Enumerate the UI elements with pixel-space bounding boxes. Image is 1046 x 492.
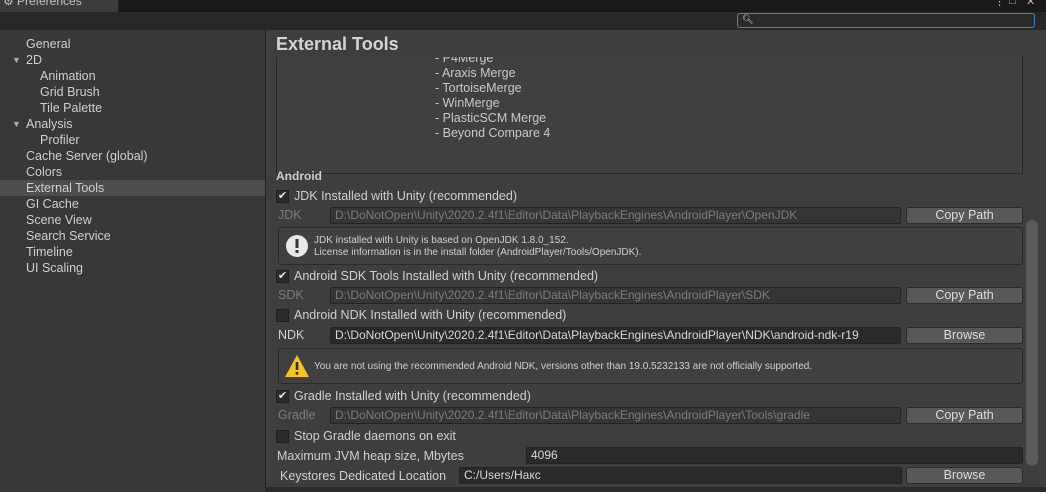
stop-gradle-checkbox[interactable] — [276, 430, 289, 443]
sidebar-item-analysis[interactable]: Analysis — [26, 116, 73, 132]
jdk-info-line2: License information is in the install fo… — [314, 247, 642, 258]
ndk-checkbox-label: Android NDK Installed with Unity (recomm… — [294, 308, 567, 322]
sidebar-item-ui-scaling[interactable]: UI Scaling — [26, 260, 83, 276]
ndk-field-label: NDK — [278, 328, 305, 342]
sdk-path-field[interactable]: D:\DoNotOpen\Unity\2020.2.4f1\Editor\Dat… — [330, 287, 901, 304]
sidebar-item-animation[interactable]: Animation — [40, 68, 96, 84]
bottom-edge — [266, 487, 1046, 492]
sidebar-item-gi-cache[interactable]: GI Cache — [26, 196, 79, 212]
stop-gradle-label: Stop Gradle daemons on exit — [294, 429, 456, 443]
sdk-checkbox-label: Android SDK Tools Installed with Unity (… — [294, 269, 599, 283]
ndk-warning-text: You are not using the recommended Androi… — [314, 361, 813, 372]
sdk-copy-path-button[interactable]: Copy Path — [906, 287, 1023, 304]
sidebar: General ▼ 2D Animation Grid Brush Tile P… — [0, 30, 266, 492]
close-icon[interactable]: ✕ — [1026, 0, 1035, 8]
list-item: - P4Merge — [435, 57, 494, 65]
jdk-info-line1: JDK installed with Unity is based on Ope… — [314, 235, 569, 246]
gradle-field-label: Gradle — [278, 408, 316, 422]
jvm-heap-label: Maximum JVM heap size, Mbytes — [277, 449, 464, 463]
sdk-field-label: SDK — [278, 288, 304, 302]
sidebar-item-tile-palette[interactable]: Tile Palette — [40, 100, 102, 116]
list-item: - Araxis Merge — [435, 66, 516, 80]
sidebar-item-grid-brush[interactable]: Grid Brush — [40, 84, 100, 100]
menu-icon[interactable]: ⋮ — [994, 0, 1005, 8]
vertical-scrollbar[interactable] — [1026, 220, 1038, 466]
android-section-heading: Android — [276, 169, 322, 183]
gradle-path-field[interactable]: D:\DoNotOpen\Unity\2020.2.4f1\Editor\Dat… — [330, 407, 901, 424]
page-title: External Tools — [276, 34, 399, 54]
jdk-copy-path-button[interactable]: Copy Path — [906, 207, 1023, 224]
window-title: Preferences — [17, 0, 82, 8]
list-item: - WinMerge — [435, 96, 500, 110]
jvm-heap-input[interactable]: 4096 — [526, 447, 1023, 464]
keystores-browse-button[interactable]: Browse — [906, 467, 1023, 484]
list-item: - Beyond Compare 4 — [435, 126, 551, 140]
jdk-info-box: JDK installed with Unity is based on Ope… — [278, 227, 1023, 265]
sidebar-item-general[interactable]: General — [26, 36, 70, 52]
info-icon — [286, 235, 308, 257]
jdk-checkbox[interactable]: ✔ — [276, 190, 289, 203]
search-input[interactable]: 🔍︎ — [737, 13, 1035, 28]
gradle-checkbox-label: Gradle Installed with Unity (recommended… — [294, 389, 531, 403]
sidebar-item-external-tools[interactable]: External Tools — [0, 180, 265, 196]
gradle-copy-path-button[interactable]: Copy Path — [906, 407, 1023, 424]
keystores-path-field[interactable]: C:/Users/Накс — [459, 467, 902, 484]
main-panel: External Tools - P4Merge - Araxis Merge … — [266, 30, 1046, 492]
sidebar-item-search-service[interactable]: Search Service — [26, 228, 111, 244]
title-bar: ⚙ Preferences ⋮ □ ✕ — [0, 0, 1046, 12]
sidebar-item-scene-view[interactable]: Scene View — [26, 212, 92, 228]
sidebar-item-cache-server[interactable]: Cache Server (global) — [26, 148, 148, 164]
sidebar-item-timeline[interactable]: Timeline — [26, 244, 73, 260]
toolbar: 🔍︎ — [0, 12, 1046, 30]
sdk-checkbox[interactable]: ✔ — [276, 270, 289, 283]
jdk-field-label: JDK — [278, 208, 302, 222]
jdk-path-field[interactable]: D:\DoNotOpen\Unity\2020.2.4f1\Editor\Dat… — [330, 207, 901, 224]
ndk-path-field[interactable]: D:\DoNotOpen\Unity\2020.2.4f1\Editor\Dat… — [330, 327, 901, 344]
sidebar-item-2d[interactable]: 2D — [26, 52, 42, 68]
preferences-tab[interactable]: ⚙ Preferences — [0, 0, 119, 12]
merge-tools-help-box: - P4Merge - Araxis Merge - TortoiseMerge… — [276, 57, 1023, 174]
ndk-warning-box: You are not using the recommended Androi… — [278, 348, 1023, 384]
gradle-checkbox[interactable]: ✔ — [276, 390, 289, 403]
jdk-checkbox-label: JDK Installed with Unity (recommended) — [294, 189, 517, 203]
gear-icon: ⚙ — [3, 0, 14, 8]
sidebar-item-colors[interactable]: Colors — [26, 164, 62, 180]
ndk-browse-button[interactable]: Browse — [906, 327, 1023, 344]
expand-arrow-icon[interactable]: ▼ — [12, 52, 21, 68]
keystores-label: Keystores Dedicated Location — [280, 469, 447, 483]
expand-arrow-icon[interactable]: ▼ — [12, 116, 21, 132]
warning-icon — [285, 355, 309, 377]
ndk-checkbox[interactable] — [276, 309, 289, 322]
list-item: - TortoiseMerge — [435, 81, 522, 95]
sidebar-item-profiler[interactable]: Profiler — [40, 132, 80, 148]
maximize-icon[interactable]: □ — [1009, 0, 1016, 7]
list-item: - PlasticSCM Merge — [435, 111, 547, 125]
search-icon: 🔍︎ — [742, 14, 754, 24]
